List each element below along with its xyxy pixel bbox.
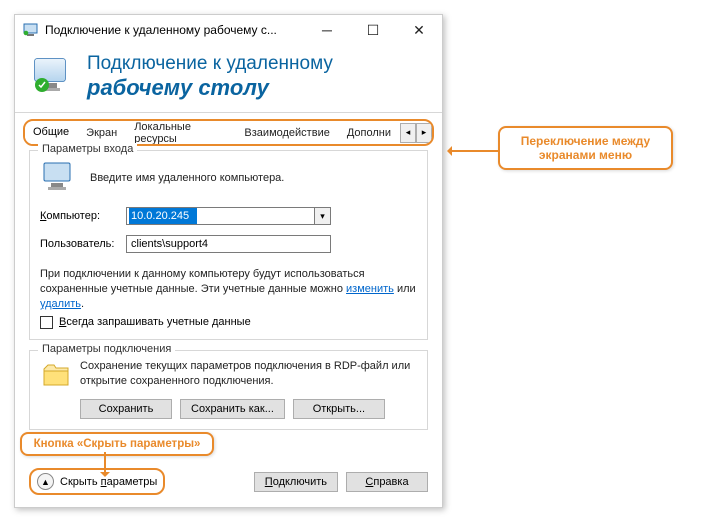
folder-icon [40,359,72,391]
computer-label: Компьютер: [40,210,126,222]
header-line1: Подключение к удаленному [87,53,333,75]
open-button[interactable]: Открыть... [293,399,385,419]
username-input[interactable] [126,235,331,253]
user-label: Пользователь: [40,238,126,250]
hide-params-highlight: ▲ Скрыть параметры [29,468,165,495]
close-button[interactable]: ✕ [396,15,442,45]
rdp-app-icon [23,22,39,38]
always-ask-row[interactable]: Всегда запрашивать учетные данные [40,316,417,329]
minimize-button[interactable]: ─ [304,15,350,45]
delete-credentials-link[interactable]: удалить [40,298,81,310]
arrow-right-icon [450,150,500,152]
collapse-icon: ▲ [37,473,54,490]
login-group: Параметры входа Введите имя удаленного к… [29,150,428,340]
tab-scroll-left[interactable]: ◂ [400,123,416,143]
chevron-down-icon[interactable]: ▾ [314,207,331,225]
connect-button[interactable]: Подключить [254,472,338,492]
tab-display[interactable]: Экран [78,123,126,143]
rdp-header-icon [31,55,75,99]
dialog-header: Подключение к удаленному рабочему столу [15,45,442,113]
computer-input[interactable] [126,207,314,225]
save-button[interactable]: Сохранить [80,399,172,419]
window-controls: ─ ☐ ✕ [304,15,442,45]
tab-advanced[interactable]: Дополни [339,123,400,143]
callout-hide-params: Кнопка «Скрыть параметры» [20,432,214,456]
tab-scroll: ◂ ▸ [400,123,432,143]
maximize-button[interactable]: ☐ [350,15,396,45]
header-text: Подключение к удаленному рабочему столу [87,53,333,100]
help-button[interactable]: Справка [346,472,428,492]
tab-experience[interactable]: Взаимодействие [236,123,338,143]
computer-combo[interactable]: ▾ [126,207,331,225]
always-ask-label: Всегда запрашивать учетные данные [59,316,251,328]
computer-icon [40,159,78,197]
login-hint: Введите имя удаленного компьютера. [90,172,284,184]
tab-bar: Общие Экран Локальные ресурсы Взаимодейс… [23,119,434,146]
titlebar: Подключение к удаленному рабочему с... ─… [15,15,442,45]
dialog-footer: ▲ Скрыть параметры Подключить Справка [15,460,442,507]
header-line2: рабочему столу [87,75,333,100]
login-legend: Параметры входа [38,143,137,155]
credentials-note: При подключении к данному компьютеру буд… [40,267,417,312]
change-credentials-link[interactable]: изменить [346,283,394,295]
always-ask-checkbox[interactable] [40,316,53,329]
tab-local-resources[interactable]: Локальные ресурсы [126,119,236,146]
hide-params-toggle[interactable]: ▲ Скрыть параметры [37,473,157,490]
callout-tab-switch: Переключение между экранами меню [498,126,673,170]
arrow-down-icon [104,452,106,474]
tab-general[interactable]: Общие [25,122,78,144]
connection-text: Сохранение текущих параметров подключени… [80,359,417,389]
save-as-button[interactable]: Сохранить как... [180,399,285,419]
tab-scroll-right[interactable]: ▸ [416,123,432,143]
window-title: Подключение к удаленному рабочему с... [45,23,304,37]
connection-settings-group: Параметры подключения Сохранение текущих… [29,350,428,430]
connection-legend: Параметры подключения [38,343,175,355]
